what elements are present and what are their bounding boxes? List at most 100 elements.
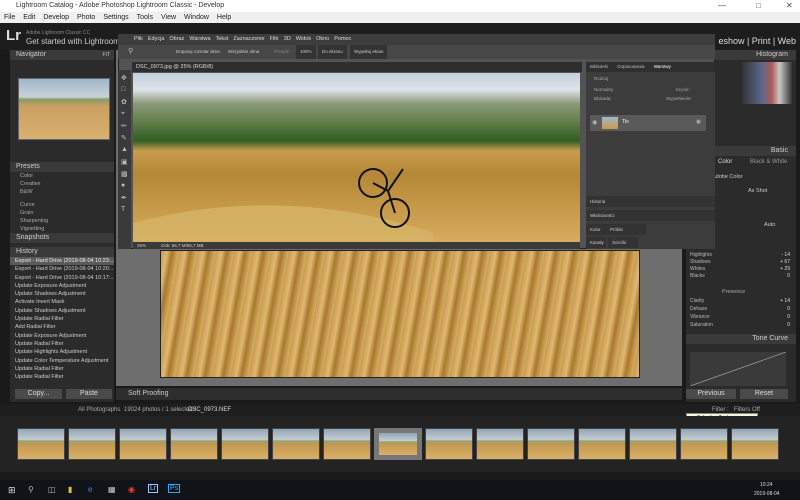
filmstrip-thumb[interactable] xyxy=(527,428,575,460)
history-item[interactable]: Update Radial Filter xyxy=(10,365,114,373)
navigator-header[interactable]: Navigator FIT xyxy=(10,50,114,60)
ps-document-tab[interactable]: DSC_0973.jpg @ 25% (RGB/8) xyxy=(132,62,582,72)
clock-time[interactable]: 10:24 xyxy=(760,482,773,488)
auto-tone-button[interactable]: Auto xyxy=(764,222,775,228)
history-item[interactable]: Update Exposure Adjustment xyxy=(10,332,114,340)
filmstrip-thumb[interactable] xyxy=(629,428,677,460)
filmstrip-thumb[interactable] xyxy=(17,428,65,460)
ps-image-canvas[interactable] xyxy=(133,73,580,242)
ps-menu-plik[interactable]: Plik xyxy=(134,36,143,42)
snapshots-header[interactable]: Snapshots xyxy=(10,233,114,243)
filmstrip-thumb[interactable] xyxy=(170,428,218,460)
history-item[interactable]: Export - Hard Drive (2019-08-04 10:17:..… xyxy=(10,274,114,282)
ps-menu-filtr[interactable]: Filtr xyxy=(270,36,279,42)
preset-color[interactable]: Color xyxy=(10,172,114,180)
layer-row-background[interactable]: ◉ Tło ▣ xyxy=(590,115,706,131)
ps-opacity[interactable]: Krycie: xyxy=(676,87,690,92)
eraser-tool-icon[interactable]: ▣ xyxy=(121,158,128,166)
menu-settings[interactable]: Settings xyxy=(103,14,128,21)
ps-kind-filter[interactable]: Rodzaj xyxy=(586,72,715,85)
file-name[interactable]: DSC_0973.NEF xyxy=(188,404,231,416)
preset-vignetting[interactable]: Vignetting xyxy=(10,225,114,233)
nav-zoom[interactable]: FIT xyxy=(103,50,111,60)
tab-layers[interactable]: Warstwy xyxy=(654,64,671,69)
tab-adjustments[interactable]: Dopasowania xyxy=(617,64,644,69)
filmstrip-thumb[interactable] xyxy=(731,428,779,460)
ps-zoom-level[interactable]: 25% xyxy=(137,243,146,248)
eyedropper-tool-icon[interactable]: ✏ xyxy=(121,122,127,130)
menu-edit[interactable]: Edit xyxy=(23,14,35,21)
preset-grain[interactable]: Grain xyxy=(10,209,114,217)
ps-menu-edycja[interactable]: Edycja xyxy=(148,36,165,42)
lasso-tool-icon[interactable]: ✿ xyxy=(121,98,127,106)
menu-tools[interactable]: Tools xyxy=(137,14,153,21)
ps-menu-zaznaczenie[interactable]: Zaznaczenie xyxy=(233,36,264,42)
filmstrip-thumb[interactable] xyxy=(425,428,473,460)
filmstrip-thumb[interactable] xyxy=(578,428,626,460)
menu-help[interactable]: Help xyxy=(217,14,231,21)
move-tool-icon[interactable]: ✥ xyxy=(121,74,127,82)
lr-main-photo[interactable] xyxy=(160,250,640,378)
module-picker[interactable]: eshow | Print | Web xyxy=(718,36,796,46)
lightroom-taskbar-icon[interactable]: Lr xyxy=(148,484,159,493)
menu-develop[interactable]: Develop xyxy=(43,14,69,21)
history-header[interactable]: History xyxy=(10,247,114,257)
wb-select[interactable]: As Shot xyxy=(748,188,767,194)
history-item[interactable]: Export - Hard Drive (2019-08-04 10:23:..… xyxy=(10,257,114,266)
preset-sharpening[interactable]: Sharpening xyxy=(10,217,114,225)
filmstrip-thumb[interactable] xyxy=(221,428,269,460)
filmstrip-thumb[interactable] xyxy=(323,428,371,460)
history-item[interactable]: Update Radial Filter xyxy=(10,340,114,348)
ps-menu-tekst[interactable]: Tekst xyxy=(216,36,229,42)
type-tool-icon[interactable]: T xyxy=(121,206,125,213)
presets-header[interactable]: Presets xyxy=(10,162,114,172)
preset-curve[interactable]: Curve xyxy=(10,201,114,209)
ps-blend-mode[interactable]: Normalny xyxy=(594,87,613,92)
reset-button[interactable]: Reset xyxy=(740,389,788,399)
opt-fill-screen[interactable]: Wypełnij ekran xyxy=(350,45,388,59)
file-explorer-icon[interactable]: ▮ xyxy=(68,485,72,494)
preset-creative[interactable]: Creative xyxy=(10,180,114,188)
ps-menu-3d[interactable]: 3D xyxy=(284,36,291,42)
ps-history-tab[interactable]: Historia xyxy=(586,196,715,207)
task-view-icon[interactable]: ◫ xyxy=(48,485,56,494)
opt-fit-screen[interactable]: Do ekranu xyxy=(318,45,347,59)
eye-icon[interactable]: ◉ xyxy=(592,119,597,126)
lr-get-started[interactable]: Get started with Lightroom xyxy=(26,37,120,46)
brush-tool-icon[interactable]: ✎ xyxy=(121,134,127,142)
opt-fit-window[interactable]: Dopasuj rozmiar okna xyxy=(176,45,220,59)
history-item[interactable]: Update Exposure Adjustment xyxy=(10,282,114,290)
opt-scrubby[interactable]: Przejdź xyxy=(274,45,289,59)
edge-icon[interactable]: e xyxy=(88,485,92,494)
gradient-tool-icon[interactable]: ▩ xyxy=(121,170,128,178)
crop-tool-icon[interactable]: ⌖ xyxy=(121,110,125,118)
clock-date[interactable]: 2019-08-04 xyxy=(754,491,780,497)
soft-proofing-toggle[interactable]: Soft Proofing xyxy=(128,390,168,397)
zoom-icon[interactable]: ⚲ xyxy=(128,45,133,59)
history-item[interactable]: Update Radial Filter xyxy=(10,315,114,323)
search-icon[interactable]: ⚲ xyxy=(28,485,34,494)
pen-tool-icon[interactable]: ✒ xyxy=(121,194,127,202)
history-item[interactable]: Update Radial Filter xyxy=(10,373,114,381)
history-item[interactable]: Export - Hard Drive (2019-08-04 10:20:..… xyxy=(10,265,114,273)
ps-menu-pomoc[interactable]: Pomoc xyxy=(334,36,351,42)
chrome-icon[interactable]: ◉ xyxy=(128,485,135,494)
tone-curve-header[interactable]: Tone Curve xyxy=(686,334,796,344)
profile-select[interactable]: Adobe Color xyxy=(712,174,743,180)
tone-curve-graph[interactable] xyxy=(690,352,786,386)
treatment-bw[interactable]: Black & White xyxy=(750,159,787,165)
filmstrip-thumb[interactable] xyxy=(68,428,116,460)
history-item[interactable]: Activate Invert Mask xyxy=(10,298,114,306)
photoshop-taskbar-icon[interactable]: Ps xyxy=(168,484,181,493)
menu-window[interactable]: Window xyxy=(184,14,209,21)
stamp-tool-icon[interactable]: ▲ xyxy=(121,146,128,153)
windows-start-icon[interactable]: ⊞ xyxy=(8,485,16,496)
marquee-tool-icon[interactable]: □ xyxy=(121,86,125,93)
ps-menu-warstwa[interactable]: Warstwa xyxy=(189,36,210,42)
source-label[interactable]: All Photographs xyxy=(78,404,120,416)
menu-photo[interactable]: Photo xyxy=(77,14,95,21)
ps-channels-tab[interactable]: Kanały xyxy=(586,237,606,248)
tab-libraries[interactable]: Biblioteki xyxy=(590,64,608,69)
history-item[interactable]: Add Radial Filter xyxy=(10,323,114,331)
close-icon[interactable]: ✕ xyxy=(786,0,793,12)
